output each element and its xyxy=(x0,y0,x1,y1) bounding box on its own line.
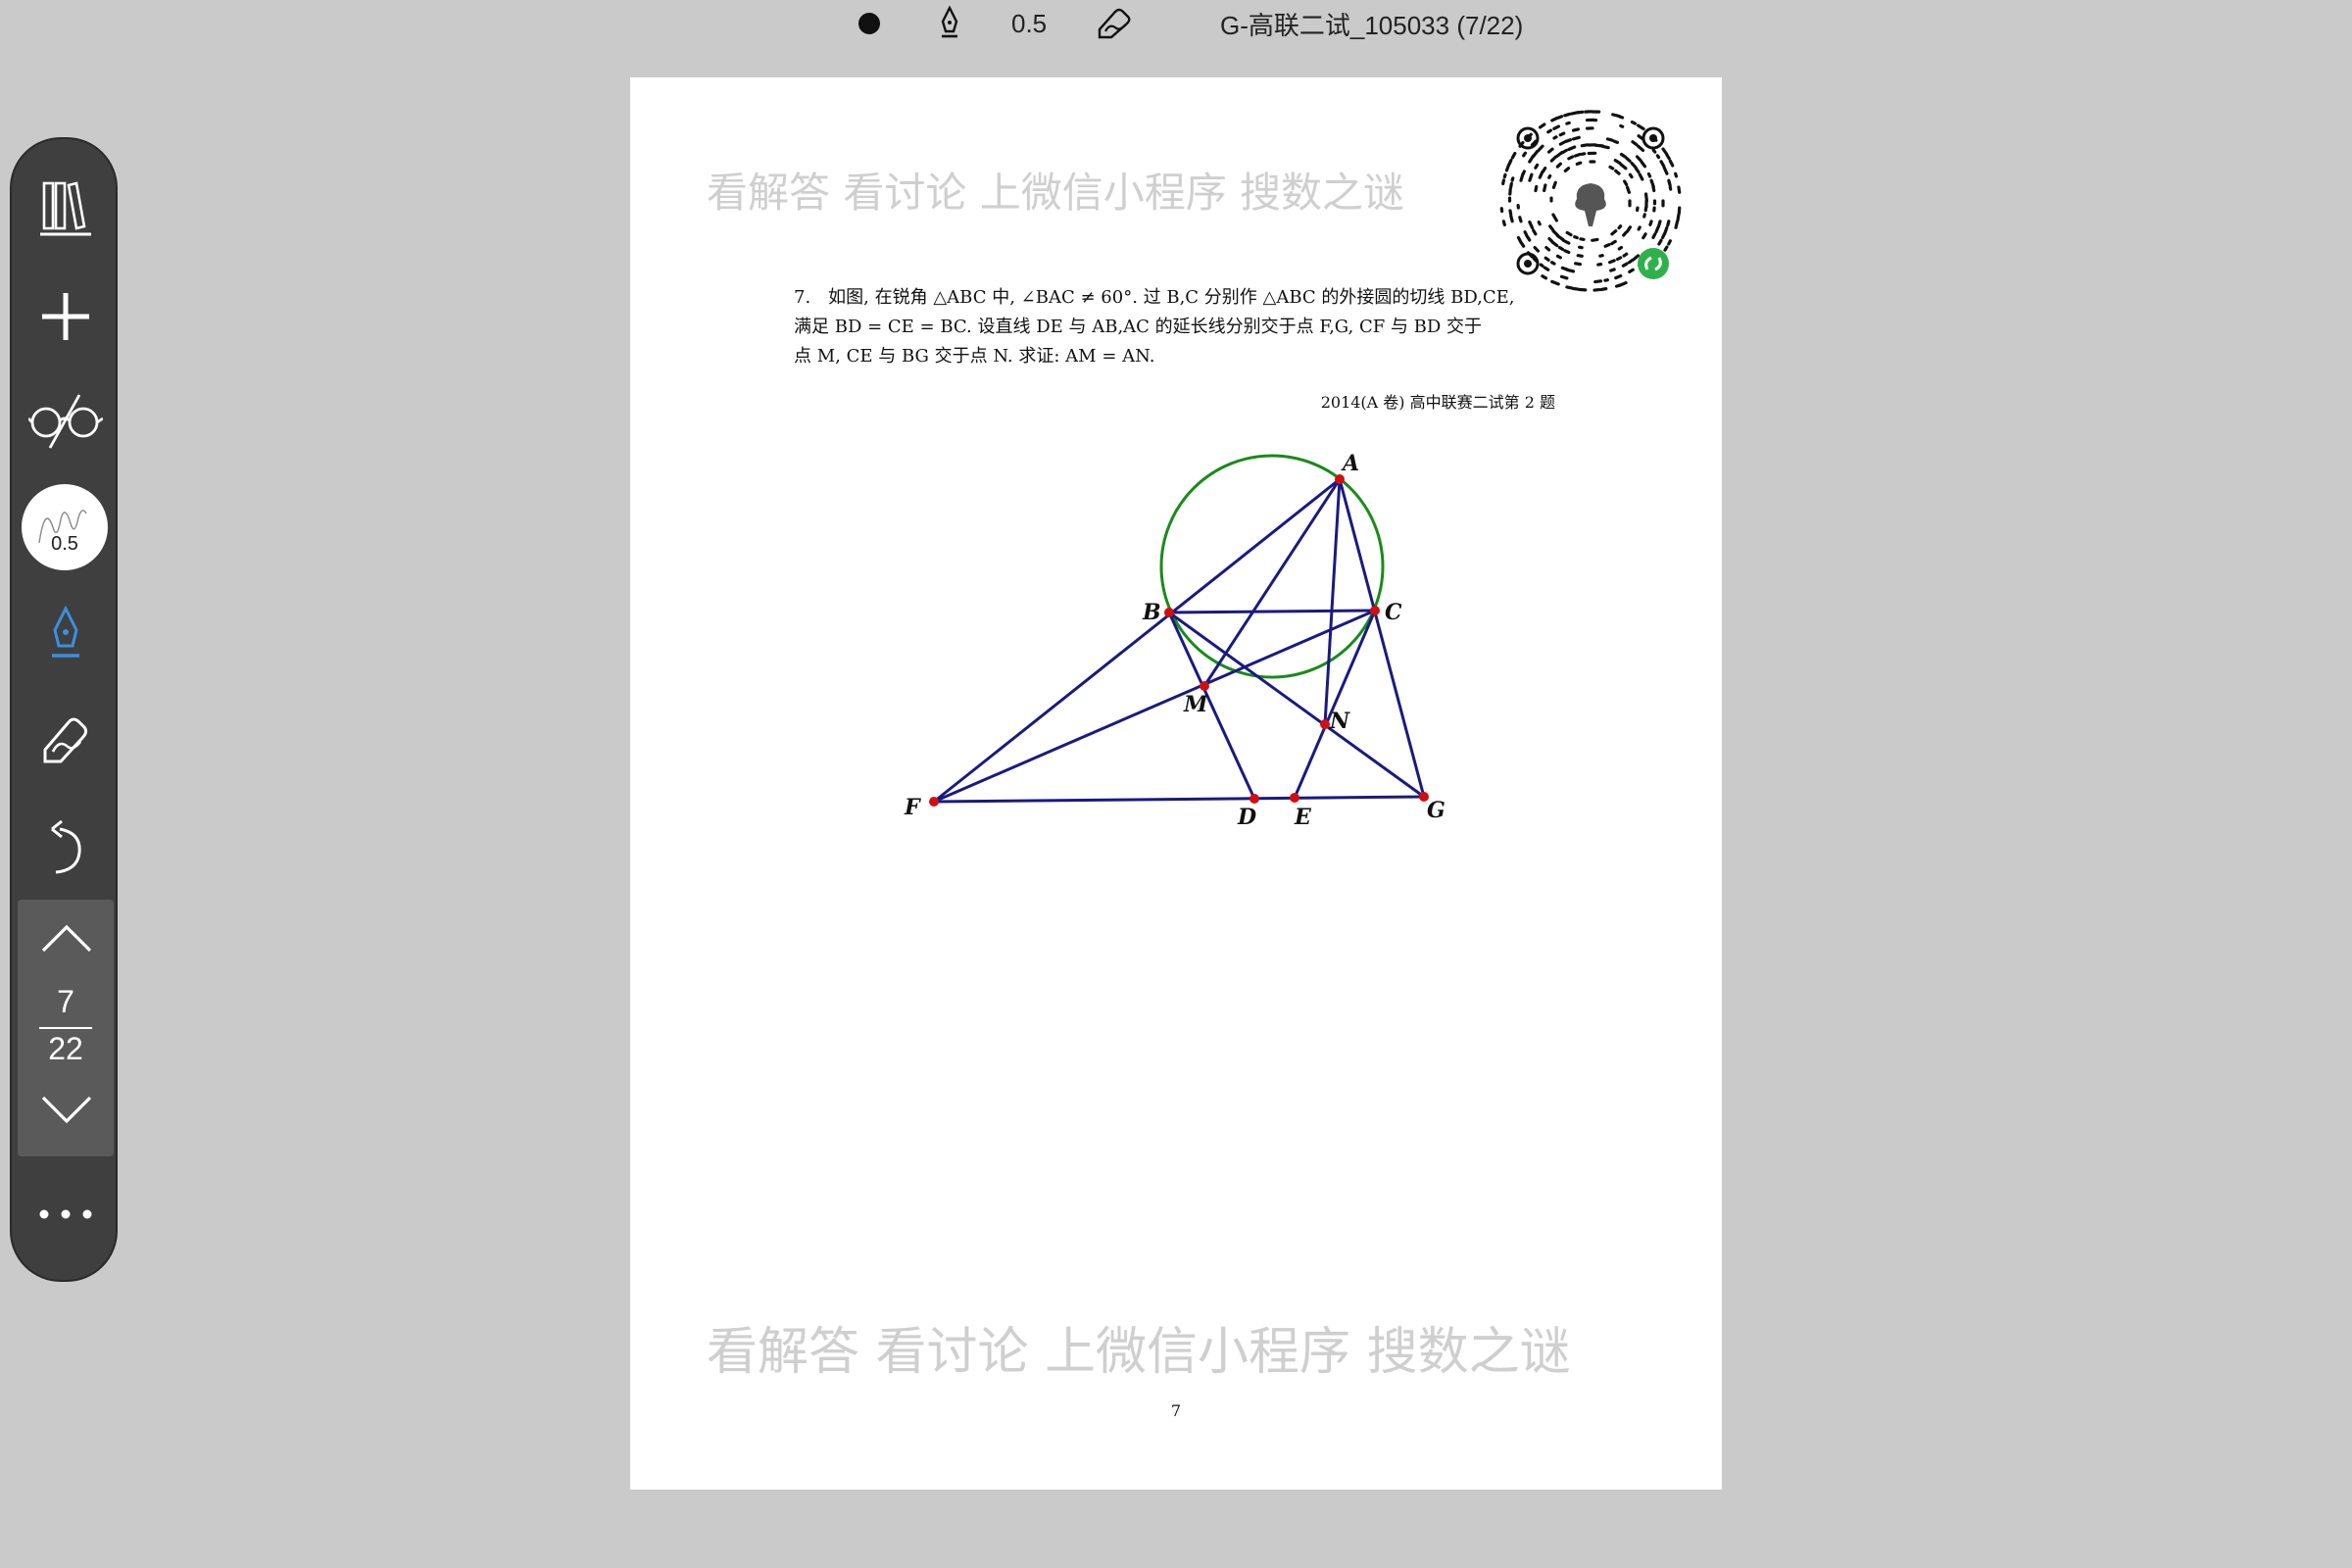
reading-mode-button[interactable] xyxy=(12,376,120,465)
line-FG xyxy=(933,795,1425,804)
fountain-pen-icon xyxy=(52,605,79,658)
label-A: A xyxy=(1341,451,1359,476)
line-BC xyxy=(1168,609,1376,614)
page-divider xyxy=(39,1027,92,1029)
signature-preview-icon xyxy=(38,510,87,544)
line-AN xyxy=(1323,478,1342,725)
pen-color-button[interactable] xyxy=(858,0,880,47)
point-B xyxy=(1164,608,1174,617)
next-page-button[interactable] xyxy=(41,1096,92,1130)
page-number: 7 xyxy=(1170,1401,1182,1420)
pen-width-label: 0.5 xyxy=(51,533,78,555)
line-BD xyxy=(1167,612,1256,800)
current-page-number: 7 xyxy=(57,984,74,1019)
document-page: 看解答 看讨论 上微信小程序 搜数之谜 7. 如图, 在锐角 △ABC 中, ∠… xyxy=(630,77,1722,1490)
highlighter-tool-button[interactable] xyxy=(12,696,120,784)
pen-type-button[interactable] xyxy=(937,0,962,47)
undo-button[interactable] xyxy=(12,804,120,892)
left-sidebar: 0.5 7 22 xyxy=(10,137,118,1282)
point-M xyxy=(1200,681,1209,691)
undo-icon xyxy=(51,819,81,874)
chevron-down-icon xyxy=(41,1096,92,1124)
glasses-icon xyxy=(28,394,103,449)
add-button[interactable] xyxy=(12,272,120,361)
bookshelf-icon xyxy=(40,181,91,236)
color-dot-icon xyxy=(858,13,880,34)
top-toolbar: 0.5 G-高联二试_105033 (7/22) xyxy=(0,0,2352,49)
page-navigator: 7 22 xyxy=(18,900,114,1156)
signature-pen-icon xyxy=(1098,8,1131,39)
label-F: F xyxy=(904,795,921,820)
label-B: B xyxy=(1142,600,1161,625)
label-M: M xyxy=(1183,692,1208,717)
point-C xyxy=(1370,606,1380,615)
line-CF xyxy=(933,609,1376,804)
pen-preview-button[interactable]: 0.5 xyxy=(22,484,108,570)
watermark-bottom: 看解答 看讨论 上微信小程序 搜数之谜 xyxy=(707,1323,1571,1382)
document-title: G-高联二试_105033 (7/22) xyxy=(1220,10,1524,40)
signature-pen-icon xyxy=(43,717,88,763)
label-D: D xyxy=(1237,805,1256,830)
library-button[interactable] xyxy=(12,164,120,252)
point-F xyxy=(929,797,939,807)
circumcircle xyxy=(1159,454,1385,679)
label-C: C xyxy=(1385,600,1402,625)
line-AF xyxy=(933,477,1341,804)
geometry-diagram: A B C M N F D E G xyxy=(904,451,1446,830)
pen-width-value[interactable]: 0.5 xyxy=(1011,0,1047,47)
plus-icon xyxy=(42,293,89,340)
chevron-up-icon xyxy=(41,924,92,953)
label-N: N xyxy=(1329,709,1350,734)
point-N xyxy=(1320,719,1330,729)
more-button[interactable] xyxy=(12,1170,120,1258)
previous-page-button[interactable] xyxy=(41,923,92,957)
fountain-pen-icon xyxy=(941,6,958,38)
label-G: G xyxy=(1427,798,1446,823)
total-pages-number: 22 xyxy=(48,1031,83,1066)
point-E xyxy=(1290,793,1299,803)
point-D xyxy=(1250,794,1259,804)
handwriting-button[interactable] xyxy=(1096,0,1135,47)
label-E: E xyxy=(1294,805,1312,830)
pen-tool-button[interactable] xyxy=(12,590,120,678)
more-dots-icon xyxy=(39,1209,92,1219)
line-AG xyxy=(1338,478,1426,798)
